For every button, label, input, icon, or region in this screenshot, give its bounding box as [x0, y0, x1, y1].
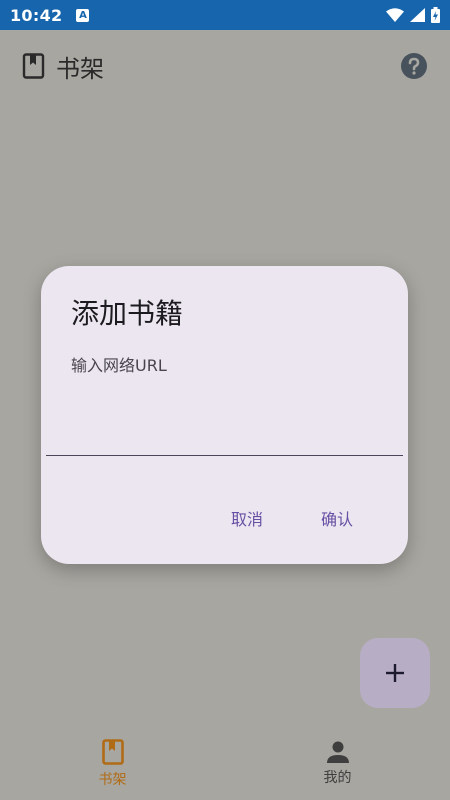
dialog-title: 添加书籍: [71, 297, 184, 330]
app-notification-icon: A: [76, 8, 90, 22]
help-icon[interactable]: [400, 52, 428, 80]
person-icon: [326, 741, 349, 763]
cancel-button[interactable]: 取消: [221, 498, 273, 538]
add-fab-button[interactable]: [360, 638, 430, 708]
bottom-navigation: 书架 我的: [0, 728, 450, 800]
bookshelf-icon: [101, 739, 124, 765]
signal-icon: [410, 8, 425, 22]
status-bar: 10:42 A: [0, 0, 450, 30]
status-icons: [386, 7, 440, 23]
page-title: 书架: [56, 54, 104, 83]
battery-icon: [431, 7, 440, 23]
nav-item-bookshelf[interactable]: 书架: [0, 728, 225, 800]
url-input-label: 输入网络URL: [71, 356, 167, 375]
book-icon: [22, 53, 45, 79]
add-book-dialog: 添加书籍 输入网络URL 取消 确认: [41, 266, 408, 564]
status-time: 10:42: [10, 5, 63, 25]
nav-label-bookshelf: 书架: [98, 772, 127, 788]
wifi-icon: [386, 8, 404, 22]
plus-icon: [386, 664, 404, 682]
confirm-button[interactable]: 确认: [311, 498, 363, 538]
nav-item-profile[interactable]: 我的: [225, 728, 450, 800]
app-bar: 书架: [0, 30, 450, 102]
url-input[interactable]: [46, 376, 403, 456]
nav-label-profile: 我的: [323, 770, 352, 786]
